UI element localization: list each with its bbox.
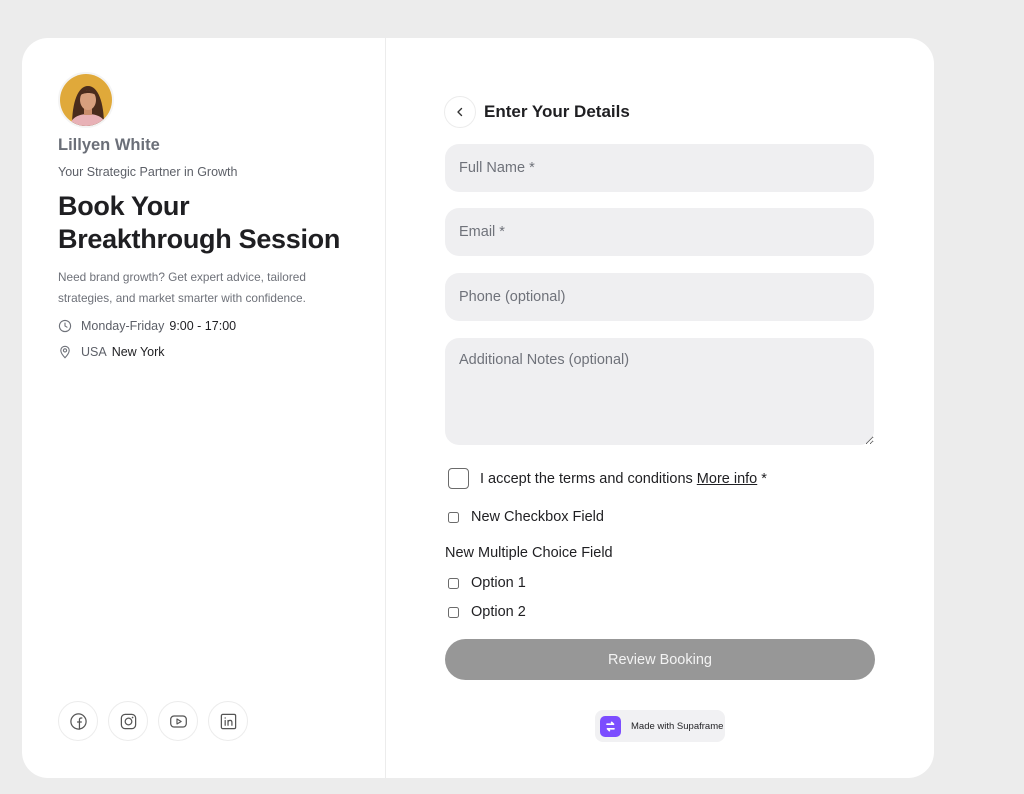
form-header: Enter Your Details: [444, 96, 630, 128]
host-description: Need brand growth? Get expert advice, ta…: [58, 270, 306, 305]
option-2-label: Option 2: [471, 604, 526, 620]
required-mark: *: [761, 470, 767, 487]
new-checkbox-row: New Checkbox Field: [448, 509, 604, 525]
schedule-days: Monday-Friday: [81, 319, 165, 333]
terms-checkbox[interactable]: [448, 468, 469, 489]
new-checkbox[interactable]: [448, 511, 459, 523]
form-title: Enter Your Details: [484, 102, 630, 121]
location-pin-icon: [60, 345, 70, 359]
option-row-1: Option 1: [448, 575, 526, 591]
notes-textarea[interactable]: [445, 338, 874, 445]
badge-text: Made with Supaframe: [631, 720, 724, 732]
new-checkbox-label: New Checkbox Field: [471, 509, 604, 525]
location-info: USA New York: [58, 343, 165, 361]
supaframe-logo-icon: [600, 715, 621, 737]
youtube-icon: [169, 714, 187, 728]
terms-row: I accept the terms and conditions More i…: [448, 468, 767, 489]
location-country: USA: [81, 345, 107, 359]
linkedin-link[interactable]: [208, 701, 248, 741]
review-booking-button[interactable]: Review Booking: [445, 639, 875, 680]
youtube-link[interactable]: [158, 701, 198, 741]
chevron-left-icon: [457, 107, 463, 117]
option-1-label: Option 1: [471, 575, 526, 591]
back-button[interactable]: [444, 96, 476, 128]
option-row-2: Option 2: [448, 604, 526, 620]
multiple-choice-label: New Multiple Choice Field: [445, 545, 613, 561]
booking-card: Lillyen White Your Strategic Partner in …: [22, 38, 934, 778]
phone-input[interactable]: [445, 273, 874, 321]
linkedin-icon: [220, 713, 236, 729]
facebook-link[interactable]: [58, 701, 98, 741]
instagram-link[interactable]: [108, 701, 148, 741]
schedule-info: Monday-Friday 9:00 - 17:00: [58, 317, 236, 335]
option-1-checkbox[interactable]: [448, 577, 459, 589]
facebook-icon: [69, 712, 87, 730]
location-city: New York: [111, 345, 165, 359]
option-2-checkbox[interactable]: [448, 606, 459, 618]
details-form-panel: Enter Your Details I accept the terms an…: [386, 38, 934, 778]
full-name-input[interactable]: [445, 144, 874, 192]
host-tagline: Your Strategic Partner in Growth: [58, 165, 238, 179]
clock-icon: [58, 319, 72, 333]
host-panel: Lillyen White Your Strategic Partner in …: [22, 38, 386, 778]
instagram-icon: [120, 713, 136, 729]
made-with-badge[interactable]: Made with Supaframe: [595, 710, 725, 742]
terms-label: I accept the terms and conditions: [480, 470, 693, 487]
more-info-link[interactable]: More info: [697, 471, 757, 487]
host-name: Lillyen White: [58, 136, 160, 154]
email-input[interactable]: [445, 208, 874, 256]
avatar: [58, 72, 114, 128]
page-title: Book Your Breakthrough Session: [58, 191, 341, 254]
schedule-hours: 9:00 - 17:00: [169, 319, 237, 333]
social-links: [58, 701, 248, 741]
